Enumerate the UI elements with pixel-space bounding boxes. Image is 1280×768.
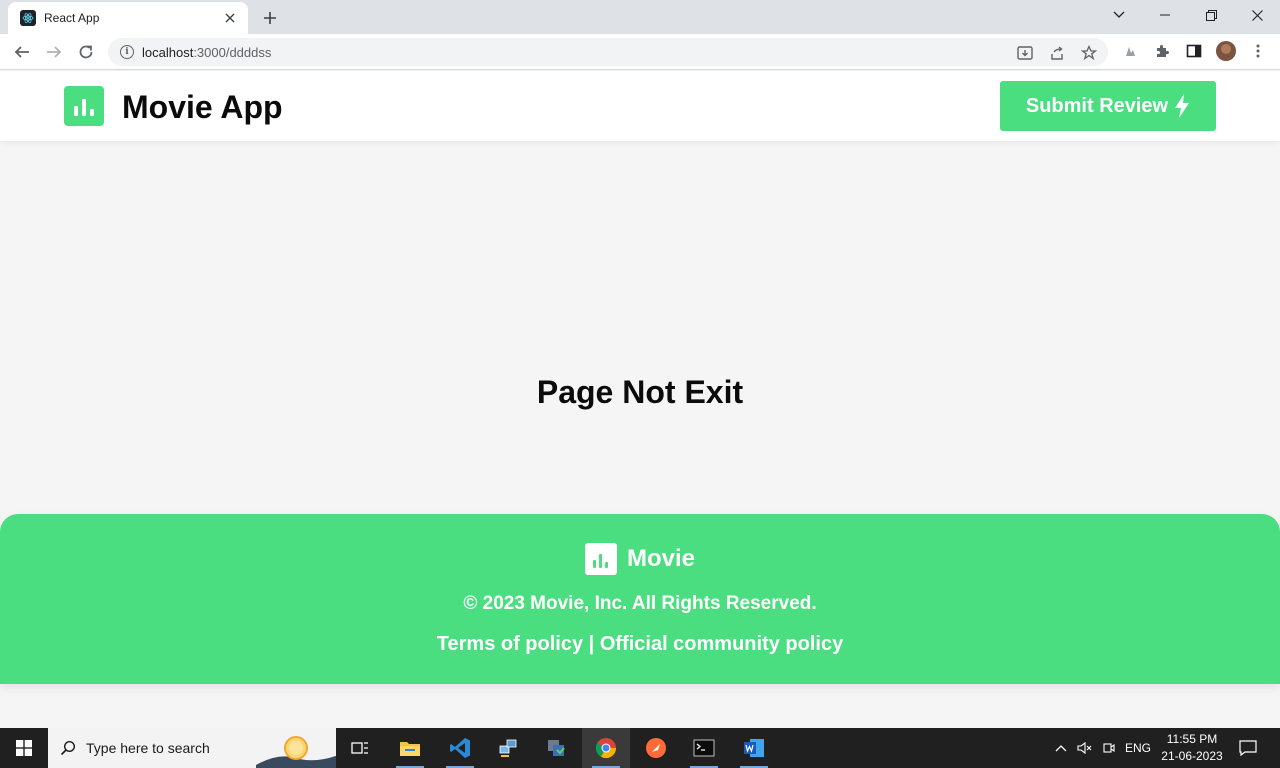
logo-bar (82, 99, 86, 116)
submit-review-button[interactable]: Submit Review (1000, 81, 1216, 131)
windows-start-icon[interactable] (0, 728, 48, 768)
forward-arrow-icon[interactable] (40, 38, 68, 66)
profile-avatar-image (1216, 41, 1236, 61)
logo-bar (605, 562, 609, 568)
app-title[interactable]: Movie App (122, 89, 283, 126)
app-header: Movie App Submit Review (0, 71, 1280, 141)
postman-icon[interactable] (632, 728, 680, 768)
tab-close-icon[interactable] (222, 10, 238, 26)
task-view-icon[interactable] (336, 728, 384, 768)
footer-links: Terms of policy | Official community pol… (0, 633, 1280, 656)
clock-date: 21-06-2023 (1161, 749, 1223, 763)
vscode-icon[interactable] (436, 728, 484, 768)
logo-bar (593, 560, 597, 568)
meet-now-icon[interactable] (1098, 728, 1120, 768)
side-panel-icon[interactable] (1184, 41, 1204, 61)
minimize-icon[interactable] (1142, 0, 1188, 30)
footer-brand: Movie (0, 543, 1280, 575)
close-window-icon[interactable] (1234, 0, 1280, 30)
show-hidden-icons-chevron-icon[interactable] (1050, 728, 1072, 768)
browser-menu-icon[interactable] (1248, 41, 1268, 61)
extension-app-icon[interactable] (1120, 41, 1140, 61)
lightning-bolt-icon (1175, 94, 1190, 118)
official-community-policy-link[interactable]: Official community policy (600, 633, 843, 655)
bookmark-star-icon[interactable] (1080, 44, 1098, 62)
windows-taskbar: Type here to search ENG 11:55 PM 21-06-2… (0, 728, 1280, 768)
submit-review-label: Submit Review (1025, 94, 1169, 117)
logo-bar (74, 106, 78, 116)
database-app-icon[interactable] (532, 728, 580, 768)
tab-title: React App (44, 11, 100, 25)
file-explorer-icon[interactable] (386, 728, 434, 768)
taskbar-clock[interactable]: 11:55 PM 21-06-2023 (1156, 731, 1228, 765)
url-host: localhost (142, 44, 194, 60)
terms-of-policy-link[interactable]: Terms of policy (437, 633, 583, 655)
new-tab-button[interactable] (258, 6, 282, 30)
notifications-icon[interactable] (1232, 728, 1264, 768)
site-info-icon[interactable]: i (120, 45, 134, 59)
footer-link-separator: | (588, 633, 595, 655)
browser-tab[interactable]: React App (8, 2, 248, 34)
share-icon[interactable] (1048, 44, 1066, 62)
logo-bar (599, 554, 603, 568)
footer-copyright: © 2023 Movie, Inc. All Rights Reserved. (463, 593, 817, 614)
input-language[interactable]: ENG (1122, 728, 1154, 768)
search-highlight-sun-icon (256, 728, 336, 768)
word-icon[interactable] (730, 728, 778, 768)
install-app-icon[interactable] (1016, 44, 1034, 62)
taskbar-search-box[interactable]: Type here to search (48, 728, 336, 768)
clock-time: 11:55 PM (1166, 732, 1218, 746)
browser-toolbar: i localhost:3000/ddddss (0, 34, 1280, 70)
restore-icon[interactable] (1188, 0, 1234, 30)
volume-muted-icon[interactable] (1074, 728, 1096, 768)
chrome-icon[interactable] (582, 728, 630, 768)
footer-bar-chart-logo-icon (584, 543, 617, 575)
footer: Movie © 2023 Movie, Inc. All Rights Rese… (0, 514, 1280, 684)
tab-search-chevron-icon[interactable] (1096, 0, 1142, 30)
url-path: :3000/ddddss (193, 44, 272, 60)
footer-brand-name: Movie (626, 545, 695, 572)
search-icon (60, 740, 76, 756)
extensions-puzzle-icon[interactable] (1152, 41, 1172, 61)
back-arrow-icon[interactable] (8, 38, 36, 66)
network-app-icon[interactable] (484, 728, 532, 768)
address-bar[interactable]: i localhost:3000/ddddss (108, 38, 1108, 66)
profile-avatar[interactable] (1216, 41, 1236, 61)
react-favicon-icon (20, 10, 36, 26)
search-placeholder: Type here to search (86, 740, 210, 756)
terminal-icon[interactable] (680, 728, 728, 768)
reload-icon[interactable] (72, 38, 100, 66)
page-not-found-message: Page Not Exit (536, 374, 744, 410)
bar-chart-logo-icon[interactable] (64, 86, 104, 126)
browser-tab-strip: React App (0, 0, 1280, 34)
logo-bar (90, 109, 94, 116)
